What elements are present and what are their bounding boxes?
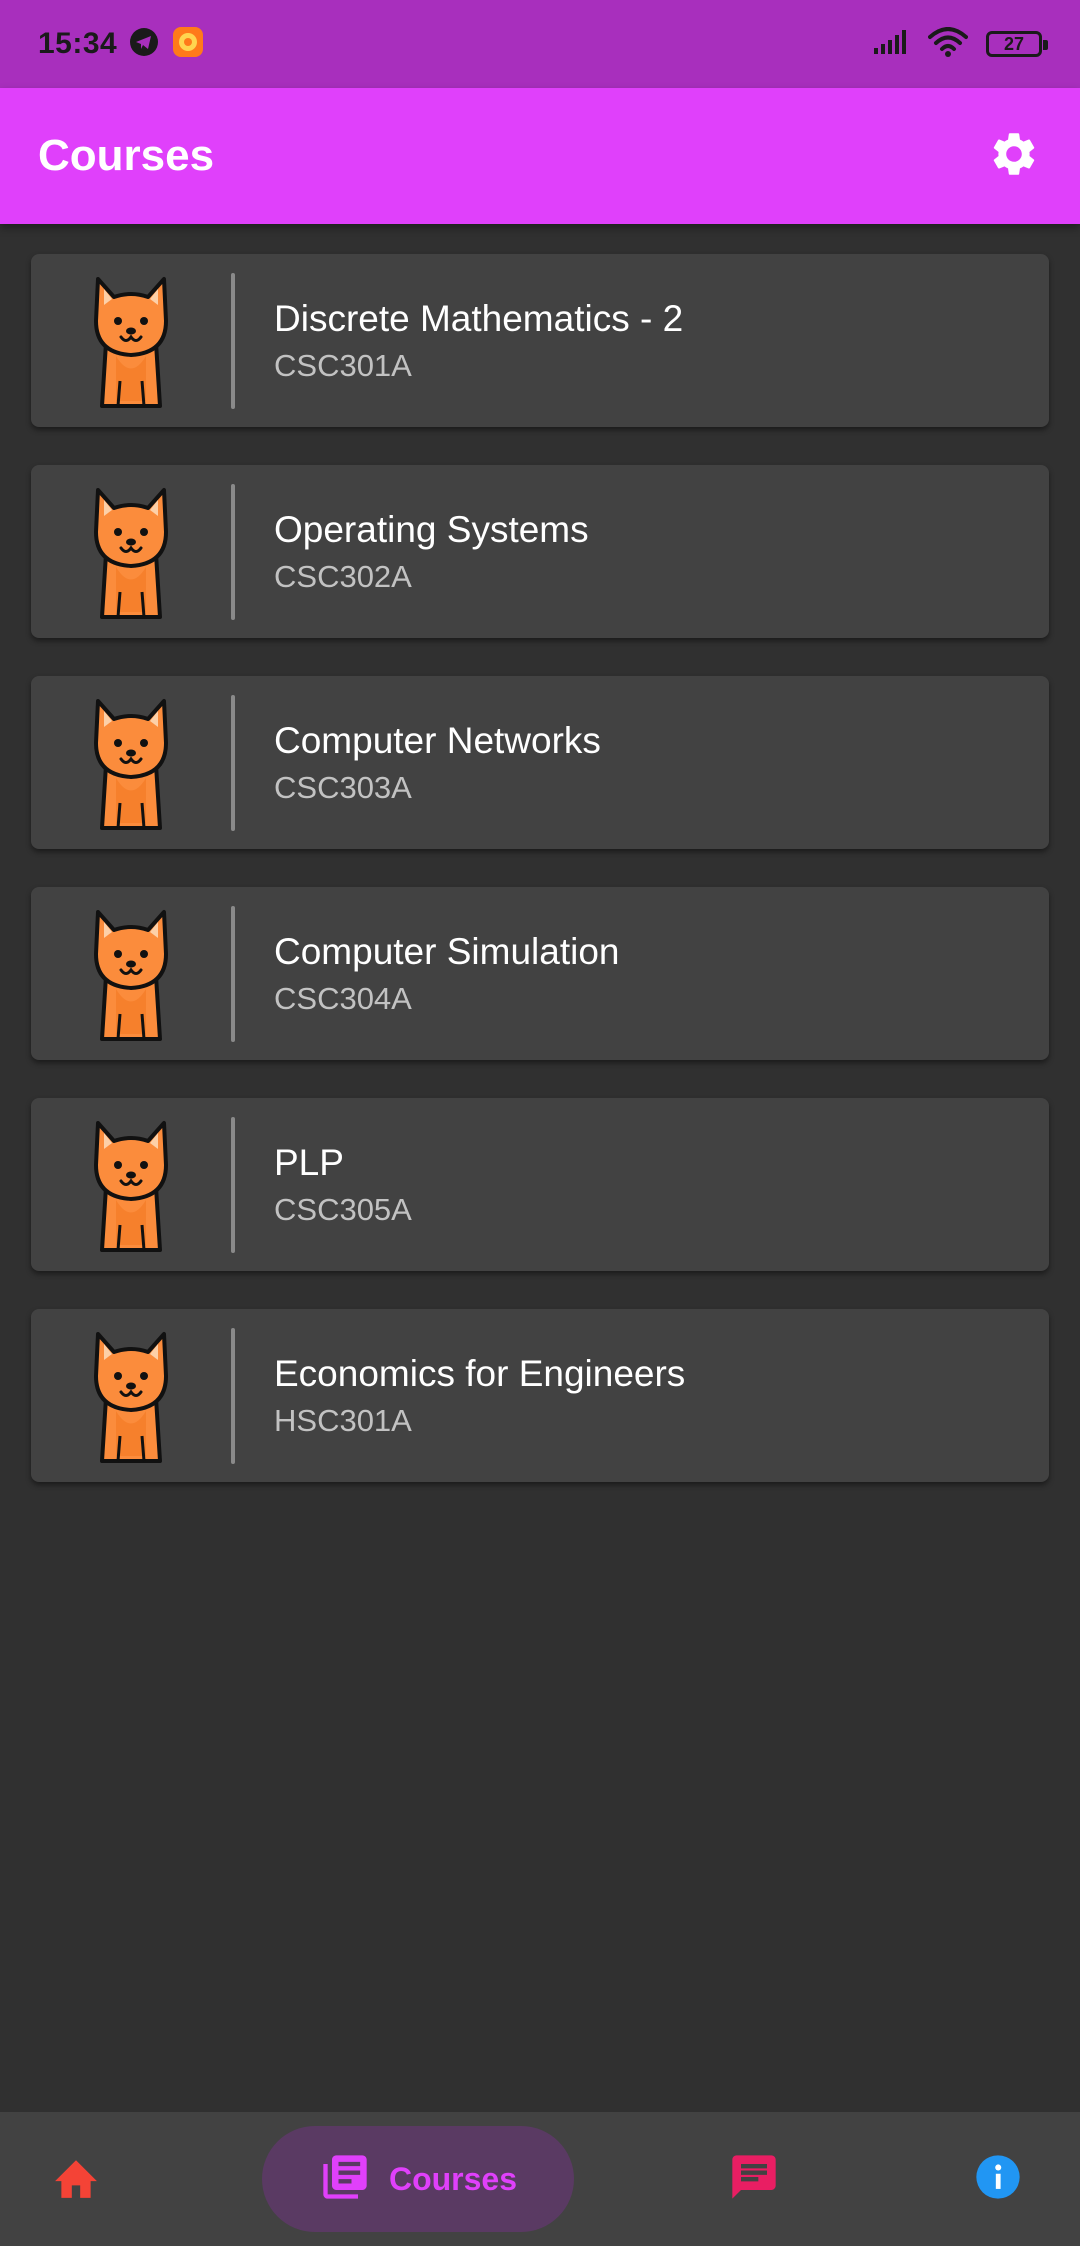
course-name: Computer Simulation [274,930,620,972]
screen: 15:34 27 Courses Discrete Mathematics - … [0,0,1080,2246]
nav-courses[interactable]: Courses [262,2126,574,2232]
course-card[interactable]: PLP CSC305A [31,1098,1049,1271]
info-icon [972,2151,1024,2208]
chat-icon [728,2151,780,2208]
course-text: Discrete Mathematics - 2 CSC301A [235,295,683,387]
nav-info[interactable] [960,2146,1036,2212]
telegram-icon [129,27,159,62]
course-name: Operating Systems [274,508,589,550]
battery-icon: 27 [986,31,1048,57]
course-text: PLP CSC305A [235,1139,412,1231]
status-right: 27 [872,26,1048,62]
course-card[interactable]: Economics for Engineers HSC301A [31,1309,1049,1482]
course-name: PLP [274,1141,344,1183]
course-code: HSC301A [274,1402,412,1438]
course-code: CSC303A [274,769,412,805]
course-card[interactable]: Computer Simulation CSC304A [31,887,1049,1060]
status-bar: 15:34 27 [0,0,1080,88]
cat-avatar-icon [31,676,231,849]
battery-level: 27 [1003,33,1025,54]
course-code: CSC305A [274,1191,412,1227]
home-icon [50,2154,102,2205]
cat-avatar-icon [31,465,231,638]
library-books-icon [319,2151,371,2208]
course-list: Discrete Mathematics - 2 CSC301A Operatin… [31,254,1049,1520]
signal-icon [872,28,910,61]
cat-avatar-icon [31,1309,231,1482]
course-text: Computer Networks CSC303A [235,717,601,809]
cat-avatar-icon [31,887,231,1060]
page-title: Courses [38,131,215,180]
course-card[interactable]: Computer Networks CSC303A [31,676,1049,849]
wifi-icon [928,26,968,62]
bottom-nav: Courses [0,2112,1080,2246]
nav-home[interactable] [38,2146,114,2212]
course-text: Operating Systems CSC302A [235,506,589,598]
app-notification-icon [171,25,205,64]
status-left: 15:34 [38,25,205,64]
course-code: CSC301A [274,347,412,383]
course-name: Economics for Engineers [274,1352,686,1394]
nav-chat[interactable] [716,2146,792,2212]
course-text: Computer Simulation CSC304A [235,928,619,1020]
app-bar: Courses [0,88,1080,224]
settings-button[interactable] [986,128,1042,184]
course-name: Discrete Mathematics - 2 [274,297,684,339]
cat-avatar-icon [31,1098,231,1271]
gear-icon [988,128,1040,185]
course-code: CSC304A [274,980,412,1016]
status-time: 15:34 [38,27,118,60]
course-name: Computer Networks [274,719,601,761]
course-card[interactable]: Discrete Mathematics - 2 CSC301A [31,254,1049,427]
nav-courses-label: Courses [388,2160,518,2197]
course-code: CSC302A [274,558,412,594]
course-card[interactable]: Operating Systems CSC302A [31,465,1049,638]
course-text: Economics for Engineers HSC301A [235,1350,685,1442]
cat-avatar-icon [31,254,231,427]
